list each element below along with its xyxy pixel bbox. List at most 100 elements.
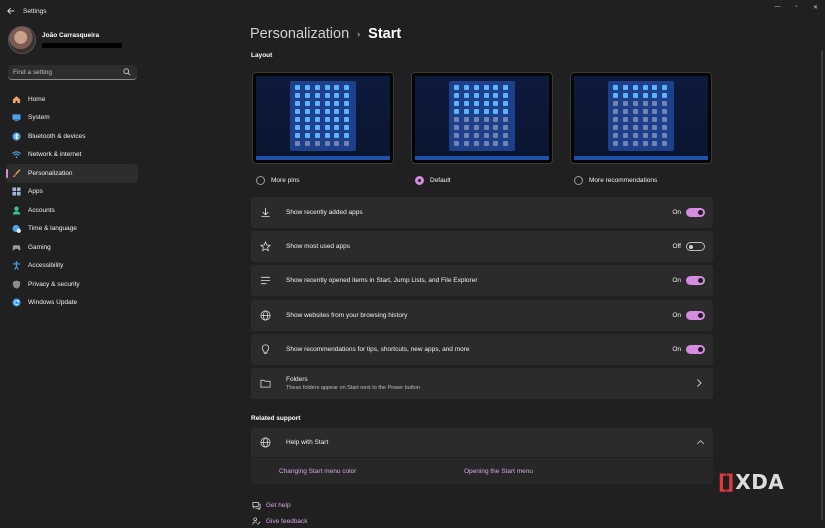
help-title: Help with Start: [286, 439, 329, 446]
chevron-right-icon: [697, 379, 702, 387]
sidebar-item-label: Gaming: [28, 243, 51, 251]
scrollbar[interactable]: [821, 50, 823, 520]
sidebar-item-home[interactable]: Home: [6, 90, 138, 109]
breadcrumb-parent[interactable]: Personalization: [250, 26, 349, 42]
related-support-title: Related support: [251, 415, 301, 422]
sidebar-item-label: Personalization: [28, 169, 73, 177]
setting-recently-added-apps[interactable]: Show recently added apps On: [251, 197, 713, 228]
footer-links: Get help Give feedback: [251, 498, 308, 528]
search-input[interactable]: [13, 68, 121, 76]
sidebar-nav: Home System Bluetooth & devices Network …: [6, 90, 138, 312]
shield-icon: [12, 280, 21, 289]
get-help-label: Get help: [266, 502, 291, 510]
profile-name: João Carrasqueira: [42, 32, 100, 39]
radio-label: More pins: [271, 177, 300, 184]
globe-icon: [259, 437, 271, 449]
radio-more-pins[interactable]: More pins: [256, 176, 394, 185]
layout-option-more-recommendations[interactable]: More recommendations: [570, 72, 712, 185]
toggle-most-used-apps[interactable]: Off: [672, 242, 705, 252]
sidebar-item-bluetooth[interactable]: Bluetooth & devices: [6, 127, 138, 146]
maximize-button[interactable]: ▫: [787, 0, 806, 14]
sidebar-item-network[interactable]: Network & internet: [6, 146, 138, 165]
list-icon: [259, 275, 271, 287]
give-feedback-label: Give feedback: [266, 517, 308, 525]
radio-label: Default: [430, 177, 451, 184]
toggle-switch[interactable]: [686, 310, 705, 320]
globe-icon: [259, 309, 271, 321]
back-button[interactable]: [0, 0, 22, 22]
toggle-switch[interactable]: [686, 276, 705, 286]
xda-watermark: [] XDA: [718, 470, 784, 494]
radio-button[interactable]: [574, 176, 583, 185]
setting-most-used-apps[interactable]: Show most used apps Off: [251, 231, 713, 263]
help-with-start-header[interactable]: Help with Start: [251, 428, 713, 457]
sidebar-item-accessibility[interactable]: Accessibility: [6, 257, 138, 276]
sidebar-item-gaming[interactable]: Gaming: [6, 238, 138, 257]
sidebar-item-time-language[interactable]: Time & language: [6, 220, 138, 239]
window-controls: — ▫ ✕: [768, 0, 825, 14]
sidebar-item-label: System: [28, 114, 50, 122]
radio-button[interactable]: [256, 176, 265, 185]
toggle-recently-added-apps[interactable]: On: [672, 208, 705, 217]
setting-label: Show most used apps: [286, 243, 350, 251]
toggle-recently-opened-items[interactable]: On: [672, 276, 705, 286]
layout-preview-default[interactable]: [411, 72, 553, 164]
folders-label: Folders: [286, 375, 308, 383]
radio-button-selected[interactable]: [415, 176, 424, 185]
folders-description: These folders appear on Start next to th…: [286, 384, 420, 391]
accessibility-icon: [12, 261, 21, 271]
give-feedback-link[interactable]: Give feedback: [251, 514, 308, 528]
setting-folders[interactable]: Folders These folders appear on Start ne…: [251, 367, 713, 399]
toggle-switch[interactable]: [686, 344, 705, 354]
layout-preview-more-recommendations[interactable]: [570, 72, 712, 164]
back-arrow-icon: [7, 7, 15, 15]
home-icon: [12, 95, 21, 104]
paintbrush-icon: [12, 168, 21, 178]
layout-preview-more-pins[interactable]: [252, 72, 394, 164]
setting-label: Show websites from your browsing history: [286, 311, 408, 319]
search-box[interactable]: [8, 65, 137, 80]
toggle-browsing-history[interactable]: On: [672, 310, 705, 320]
sidebar-item-personalization[interactable]: Personalization: [6, 164, 138, 183]
sidebar-item-label: Apps: [28, 188, 43, 196]
radio-default[interactable]: Default: [415, 176, 553, 185]
toggle-state: On: [672, 209, 681, 216]
radio-more-recommendations[interactable]: More recommendations: [574, 176, 712, 185]
radio-label: More recommendations: [589, 177, 658, 184]
update-icon: [12, 298, 21, 307]
lightbulb-icon: [259, 343, 271, 355]
setting-browsing-history[interactable]: Show websites from your browsing history…: [251, 299, 713, 331]
toggle-state: On: [672, 345, 681, 353]
sidebar-item-label: Accessibility: [28, 262, 64, 270]
help-link-opening-start-menu[interactable]: Opening the Start menu: [464, 468, 533, 475]
minimize-button[interactable]: —: [768, 0, 787, 14]
layout-option-more-pins[interactable]: More pins: [252, 72, 394, 185]
sidebar-item-privacy[interactable]: Privacy & security: [6, 275, 138, 294]
sidebar-item-apps[interactable]: Apps: [6, 183, 138, 202]
chevron-up-icon[interactable]: [696, 438, 705, 446]
sidebar-item-windows-update[interactable]: Windows Update: [6, 294, 138, 313]
layout-option-default[interactable]: Default: [411, 72, 553, 185]
search-icon: [123, 68, 131, 76]
chevron-right-icon: ›: [357, 29, 361, 39]
sidebar-item-label: Network & internet: [28, 151, 82, 159]
setting-recommendations[interactable]: Show recommendations for tips, shortcuts…: [251, 333, 713, 365]
globe-clock-icon: [12, 224, 21, 234]
download-icon: [259, 207, 271, 219]
person-icon: [12, 206, 21, 215]
setting-recently-opened-items[interactable]: Show recently opened items in Start, Jum…: [251, 265, 713, 297]
sidebar: João Carrasqueira Home System Bluetooth …: [0, 22, 145, 528]
wifi-icon: [12, 150, 21, 159]
sidebar-item-accounts[interactable]: Accounts: [6, 201, 138, 220]
close-button[interactable]: ✕: [806, 0, 825, 14]
toggle-switch[interactable]: [686, 242, 705, 252]
sidebar-item-system[interactable]: System: [6, 109, 138, 128]
toggle-recommendations[interactable]: On: [672, 344, 705, 354]
apps-icon: [12, 187, 21, 196]
main-content: Personalization › Start Layout More pins…: [250, 22, 825, 528]
help-link-start-menu-color[interactable]: Changing Start menu color: [279, 468, 356, 475]
toggle-switch[interactable]: [686, 208, 705, 217]
user-profile[interactable]: João Carrasqueira: [8, 26, 122, 54]
sidebar-item-label: Windows Update: [28, 299, 78, 307]
get-help-link[interactable]: Get help: [251, 498, 308, 514]
